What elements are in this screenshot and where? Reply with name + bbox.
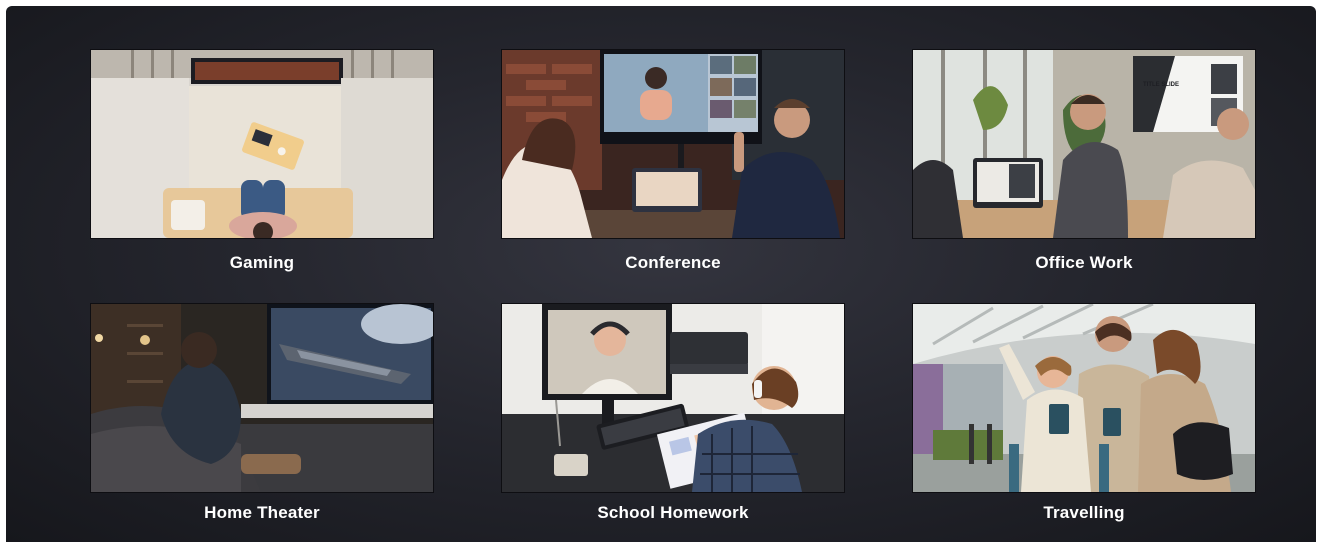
use-case-tile-conference[interactable]: Conference — [501, 49, 845, 274]
office-work-image[interactable]: TITLE SLIDE — [912, 49, 1256, 239]
conference-image[interactable] — [501, 49, 845, 239]
home-theater-image[interactable] — [90, 303, 434, 493]
travelling-image[interactable] — [912, 303, 1256, 493]
use-case-label-conference[interactable]: Conference — [501, 252, 845, 274]
use-case-tile-travelling[interactable]: Travelling — [912, 303, 1256, 524]
gaming-image[interactable] — [90, 49, 434, 239]
use-case-tile-office-work[interactable]: TITLE SLIDE Office Work — [912, 49, 1256, 274]
use-case-tile-home-theater[interactable]: Home Theater — [90, 303, 434, 524]
use-case-label-gaming[interactable]: Gaming — [90, 252, 434, 274]
use-case-tile-gaming[interactable]: Gaming — [90, 49, 434, 274]
use-case-label-office-work[interactable]: Office Work — [912, 252, 1256, 274]
use-case-tile-school-homework[interactable]: School Homework — [501, 303, 845, 524]
office-screen-title: TITLE SLIDE — [1143, 82, 1179, 88]
use-case-panel: Gaming Conference TITLE SLIDE Office Wor… — [6, 6, 1316, 542]
use-case-label-home-theater[interactable]: Home Theater — [90, 502, 434, 524]
use-case-label-school-homework[interactable]: School Homework — [501, 502, 845, 524]
use-case-label-travelling[interactable]: Travelling — [912, 502, 1256, 524]
school-homework-image[interactable] — [501, 303, 845, 493]
